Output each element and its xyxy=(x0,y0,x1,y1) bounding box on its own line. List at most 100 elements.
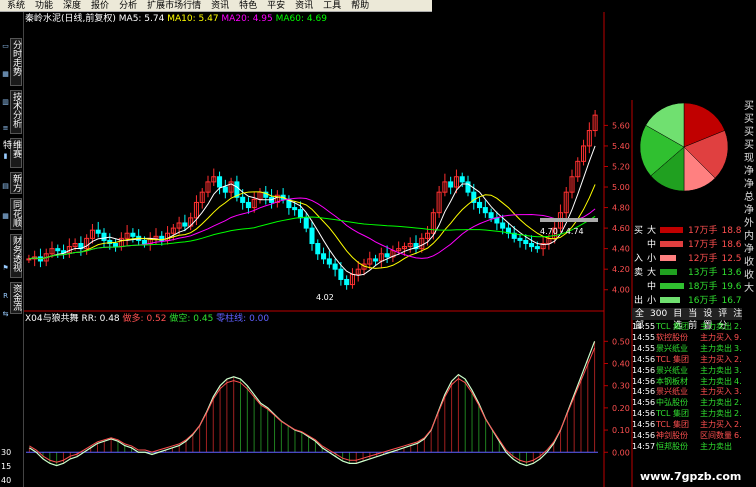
table-icon[interactable]: ▦ xyxy=(1,212,10,221)
trade-row[interactable]: 14:56神剑股份区间数量6.17 xyxy=(632,431,752,442)
trade-row[interactable]: 14:55软控股份主力买入9.39 xyxy=(632,333,752,344)
flag-icon[interactable]: ⚑ xyxy=(1,264,10,273)
trade-tab-3[interactable]: 当前 xyxy=(685,308,700,331)
menu-item-4[interactable]: 分析 xyxy=(114,0,142,12)
menu-item-8[interactable]: 平安 xyxy=(262,0,290,12)
indicator-name[interactable]: X04与狼共舞 xyxy=(25,314,79,324)
candle-body xyxy=(332,263,338,270)
fund-cell: 17万手 xyxy=(688,240,718,250)
menu-item-0[interactable]: 系统 xyxy=(2,0,30,12)
trade-list: 14:55TCL 集团主力卖出2.2414:55软控股份主力买入9.3914:5… xyxy=(632,322,752,453)
ma60-label: MA60: 4.69 xyxy=(275,14,327,24)
fund-row: 入小 12万手 12.51% xyxy=(632,252,756,266)
trade-row[interactable]: 14:56TCL 集团主力买入2.24 xyxy=(632,354,752,366)
trade-tab-4[interactable]: 设置 xyxy=(700,308,715,331)
trade-cell: TCL 集团 xyxy=(656,409,690,419)
trade-row[interactable]: 14:56本钢板材主力卖出4.30 xyxy=(632,377,752,388)
menu-item-3[interactable]: 报价 xyxy=(86,0,114,12)
rr-label: RR: 0.48 xyxy=(81,314,120,324)
doc-icon[interactable]: ▤ xyxy=(1,182,10,191)
trade-row[interactable]: 14:56景兴纸业主力卖出3.21 xyxy=(632,366,752,377)
ind-y-tick-label: 0.20 xyxy=(612,404,630,413)
trade-row[interactable]: 14:55TCL 集团主力卖出2.24 xyxy=(632,322,752,333)
fund-cell xyxy=(632,280,645,294)
menu-item-11[interactable]: 帮助 xyxy=(346,0,374,12)
trade-cell: 14:56 xyxy=(632,398,656,408)
tab-weisaite[interactable]: 维赛特 xyxy=(1,138,22,168)
tab-tonghuashun[interactable]: 同花顺 xyxy=(10,198,22,230)
ma5-line xyxy=(28,145,596,276)
chart-icon[interactable]: ▭ xyxy=(1,42,10,51)
fund-row: 买大 17万手 18.87% xyxy=(632,224,756,238)
y-tick-label: 5.60 xyxy=(612,121,630,130)
trade-row[interactable]: 14:55景兴纸业主力卖出3.21 xyxy=(632,343,752,355)
trade-row[interactable]: 14:56TCL 集团主力卖出2.24 xyxy=(632,409,752,420)
low-price-annotation: 4.02 xyxy=(316,293,334,302)
range-annotation: 4.70 - 4.74 xyxy=(540,227,584,236)
candle-body xyxy=(448,181,454,188)
tab-finance[interactable]: 财务透视 xyxy=(10,234,22,278)
candle-body xyxy=(517,237,523,241)
price-chart[interactable]: 5.60 5.40 5.20 5.00 4.80 4.60 4.40 4.20 4.00 4.02… xyxy=(24,12,634,487)
menu-item-5[interactable]: 扩展市场行情 xyxy=(142,0,206,12)
trade-tab-0[interactable]: 全部 xyxy=(632,308,647,331)
candle-body xyxy=(534,246,540,250)
ma5-label: MA5: 5.74 xyxy=(118,14,165,24)
candle-body xyxy=(373,258,379,262)
ind-y-tick-label: 0.40 xyxy=(612,360,630,369)
strip-label: 净 xyxy=(744,205,754,216)
candle-body xyxy=(101,232,107,241)
trade-cell: 主力卖出 xyxy=(700,343,732,353)
trade-cell: 主力卖出 xyxy=(700,441,732,451)
trade-row[interactable]: 14:57恒邦股份 主力卖出 xyxy=(632,442,750,453)
grid-icon[interactable]: ▦ xyxy=(1,70,10,79)
trade-cell: 14:56 xyxy=(632,354,656,364)
tab-number-30[interactable]: 30 xyxy=(1,448,11,457)
tab-number-40[interactable]: 40 xyxy=(1,476,11,485)
trading-terminal: { "menu": ["系统","功能","深度","报价","分析","扩展市… xyxy=(0,0,756,487)
flow-icon[interactable]: ⇆ xyxy=(1,310,10,319)
trade-row[interactable]: 14:56TCL 集团主力买入2.24 xyxy=(632,420,752,431)
trade-tab-5[interactable]: 评分 xyxy=(715,308,730,331)
candle-body xyxy=(95,229,101,234)
trade-tabs: 全部 300 目选 当前 设置 评分注 xyxy=(632,308,742,331)
tab-timeshare[interactable]: 分时走势 xyxy=(10,38,22,86)
strip-label: 收 xyxy=(744,257,754,268)
candle-body xyxy=(384,253,390,258)
left-side-tabs: 分时走势 ▭ ▦ ▥ 技术分析 ≡ 维赛特 ▮ 新方 ▤ 同花顺 ▦ 财务透视 … xyxy=(0,12,24,487)
bars-icon[interactable]: ▮ xyxy=(1,152,10,161)
menu-item-1[interactable]: 功能 xyxy=(30,0,58,12)
y-tick-label: 4.80 xyxy=(612,204,630,213)
trade-cell: TCL 集团 xyxy=(656,354,690,364)
trade-cell: 景兴纸业 xyxy=(656,387,688,397)
trade-row[interactable]: 14:56中弘股份主力卖出2.95 xyxy=(632,398,752,409)
fund-cell: 入 xyxy=(634,254,644,264)
list-icon[interactable]: ≡ xyxy=(1,124,10,133)
menu-item-7[interactable]: 特色 xyxy=(234,0,262,12)
menu-item-9[interactable]: 资讯 xyxy=(290,0,318,12)
tab-technical-analysis[interactable]: 技术分析 xyxy=(10,90,22,134)
rsi-icon[interactable]: R xyxy=(1,292,10,301)
tab-fundflow[interactable]: 资金流 xyxy=(10,282,22,314)
bear-label: 做空: 0.45 xyxy=(169,314,214,324)
candle-body xyxy=(344,278,350,286)
zero-label: 零柱线: 0.00 xyxy=(216,314,270,324)
fund-bar xyxy=(658,238,686,252)
trade-cell: 恒邦股份 xyxy=(656,441,688,451)
candle-body xyxy=(500,222,506,229)
tab-number-15[interactable]: 15 xyxy=(1,462,11,471)
tab-xinfang[interactable]: 新方 xyxy=(10,172,22,194)
menu-item-2[interactable]: 深度 xyxy=(58,0,86,12)
trade-tab-2[interactable]: 目选 xyxy=(670,308,685,331)
ind-y-tick-label: 0.50 xyxy=(612,337,630,346)
menu-item-6[interactable]: 资讯 xyxy=(206,0,234,12)
y-tick-label: 5.40 xyxy=(612,142,630,151)
candle-icon[interactable]: ▥ xyxy=(1,98,10,107)
trade-tab-1[interactable]: 300 xyxy=(647,308,670,320)
menu-item-10[interactable]: 工具 xyxy=(318,0,346,12)
trade-cell: 14:55 xyxy=(632,343,656,353)
trade-cell: 主力卖出 xyxy=(700,409,732,419)
candle-body xyxy=(222,186,228,193)
candle-body xyxy=(113,243,119,248)
trade-row[interactable]: 14:56景兴纸业主力买入3.22 xyxy=(632,387,752,398)
